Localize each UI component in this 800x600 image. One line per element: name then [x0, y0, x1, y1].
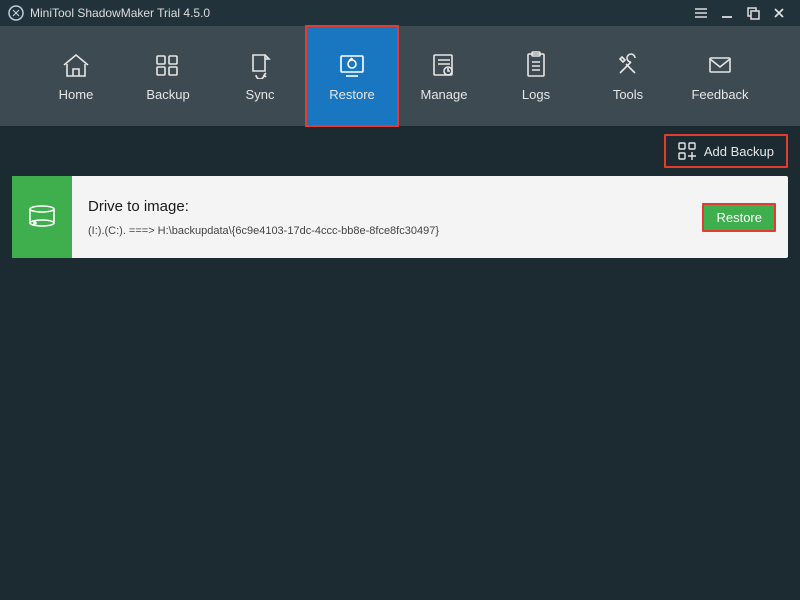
- main-nav: Home Backup Sync Restore Manage Logs T: [0, 26, 800, 126]
- nav-logs[interactable]: Logs: [490, 26, 582, 126]
- toolbar: Add Backup: [0, 126, 800, 176]
- nav-sync[interactable]: Sync: [214, 26, 306, 126]
- card-title: Drive to image:: [88, 198, 674, 215]
- maximize-icon[interactable]: [740, 0, 766, 26]
- card-body: Drive to image: (I:).(C:). ===> H:\backu…: [72, 176, 690, 258]
- add-backup-button[interactable]: Add Backup: [664, 134, 788, 168]
- nav-manage[interactable]: Manage: [398, 26, 490, 126]
- minimize-icon[interactable]: [714, 0, 740, 26]
- close-icon[interactable]: [766, 0, 792, 26]
- nav-label: Tools: [613, 87, 643, 102]
- backup-icon: [151, 51, 185, 79]
- card-actions: Restore: [690, 176, 788, 258]
- card-icon-block: [12, 176, 72, 258]
- logs-icon: [519, 51, 553, 79]
- restore-button[interactable]: Restore: [702, 203, 776, 232]
- nav-tools[interactable]: Tools: [582, 26, 674, 126]
- tools-icon: [611, 51, 645, 79]
- drive-icon: [24, 199, 60, 235]
- nav-home[interactable]: Home: [30, 26, 122, 126]
- nav-feedback[interactable]: Feedback: [674, 26, 766, 126]
- content-area: Drive to image: (I:).(C:). ===> H:\backu…: [0, 176, 800, 258]
- nav-label: Backup: [146, 87, 189, 102]
- card-path: (I:).(C:). ===> H:\backupdata\{6c9e4103-…: [88, 225, 674, 237]
- menu-icon[interactable]: [688, 0, 714, 26]
- nav-label: Logs: [522, 87, 550, 102]
- manage-icon: [427, 51, 461, 79]
- add-backup-icon: [678, 142, 696, 160]
- title-bar: MiniTool ShadowMaker Trial 4.5.0: [0, 0, 800, 26]
- nav-label: Sync: [246, 87, 275, 102]
- restore-icon: [335, 51, 369, 79]
- nav-label: Manage: [421, 87, 468, 102]
- add-backup-label: Add Backup: [704, 144, 774, 159]
- sync-icon: [243, 51, 277, 79]
- app-logo-icon: [8, 5, 24, 21]
- backup-card: Drive to image: (I:).(C:). ===> H:\backu…: [12, 176, 788, 258]
- home-icon: [59, 51, 93, 79]
- nav-restore[interactable]: Restore: [306, 26, 398, 126]
- nav-label: Restore: [329, 87, 375, 102]
- feedback-icon: [703, 51, 737, 79]
- nav-backup[interactable]: Backup: [122, 26, 214, 126]
- nav-label: Feedback: [691, 87, 748, 102]
- app-title: MiniTool ShadowMaker Trial 4.5.0: [30, 6, 210, 20]
- nav-label: Home: [59, 87, 94, 102]
